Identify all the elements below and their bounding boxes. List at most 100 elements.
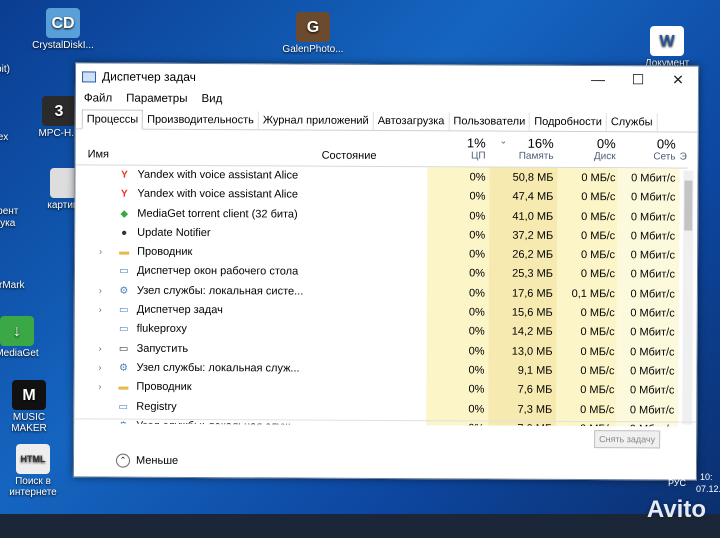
process-name: Yandex with voice assistant Alice <box>137 187 299 201</box>
process-icon: ▭ <box>119 266 129 278</box>
tab-services[interactable]: Службы <box>606 113 658 132</box>
language-indicator[interactable]: РУС <box>668 478 686 488</box>
column-status[interactable]: Состояние <box>322 150 377 162</box>
process-icon: ▭ <box>118 323 129 336</box>
desktop-icon-search-internet[interactable]: HTML Поиск в интернете <box>0 444 68 498</box>
process-memory: 50,8 МБ <box>512 171 554 184</box>
expand-chevron-icon[interactable]: › <box>99 247 102 257</box>
chevron-up-icon: ⌃ <box>115 453 131 468</box>
column-extra[interactable]: Э <box>680 152 687 163</box>
process-network: 0 Мбит/с <box>630 191 676 204</box>
process-icon: ◆ <box>120 208 129 220</box>
process-network: 0 Мбит/с <box>630 268 676 281</box>
tab-performance[interactable]: Производительность <box>143 110 259 130</box>
process-disk: 0 МБ/с <box>580 249 616 262</box>
menu-file[interactable]: Файл <box>84 92 112 104</box>
desktop-icon-crystaldisk[interactable]: CD CrystalDiskI... <box>28 8 98 51</box>
process-icon: ▭ <box>118 401 129 413</box>
column-name[interactable]: Имя <box>88 148 110 160</box>
tab-processes[interactable]: Процессы <box>81 109 144 130</box>
process-icon: ▬ <box>118 381 129 393</box>
process-icon: ⚙ <box>118 362 129 374</box>
taskbar <box>0 514 720 538</box>
desktop-edge-label: рука <box>0 218 16 229</box>
scrollbar-thumb[interactable] <box>684 180 693 231</box>
desktop-icon-mediaget[interactable]: ↓ MediaGet <box>0 316 52 359</box>
network-total: 0% <box>656 136 676 152</box>
process-disk: 0 МБ/с <box>580 345 615 358</box>
tab-users[interactable]: Пользователи <box>449 112 531 131</box>
process-icon: Y <box>121 188 128 200</box>
process-name: Registry <box>136 400 177 413</box>
column-header: Имя Состояние 1% ЦП 16% Память ⌄ 0% Диск… <box>75 131 688 169</box>
expand-chevron-icon[interactable]: › <box>99 305 102 315</box>
title-bar[interactable]: Диспетчер задач — ☐ ✕ <box>76 63 698 92</box>
desktop-edge-label: arMark <box>0 280 25 291</box>
process-memory: 25,3 МБ <box>512 268 554 281</box>
desktop-edge-label: bit) <box>0 64 10 75</box>
clock-time[interactable]: 10: <box>700 472 713 482</box>
column-cpu[interactable]: 1% ЦП <box>428 135 486 161</box>
process-disk: 0 МБ/с <box>580 364 615 378</box>
maximize-button[interactable]: ☐ <box>618 66 658 92</box>
column-network[interactable]: 0% Сеть <box>620 136 676 163</box>
process-network: 0 Мбит/с <box>629 384 675 397</box>
process-icon: ⚙ <box>119 285 129 297</box>
word-document-icon: W <box>650 26 684 56</box>
column-disk[interactable]: 0% Диск <box>560 136 616 162</box>
photo-icon: G <box>296 12 330 42</box>
expand-chevron-icon[interactable]: › <box>99 285 102 295</box>
process-name: MediaGet torrent client (32 бита) <box>137 207 298 221</box>
desktop-icon-label: GalenPhoto... <box>282 44 344 55</box>
process-cpu: 0% <box>469 248 486 261</box>
process-network: 0 Мбит/с <box>631 172 676 185</box>
process-disk: 0 МБ/с <box>580 326 615 339</box>
process-network: 0 Мбит/с <box>630 345 675 359</box>
desktop-edge-label: ерент <box>0 206 19 217</box>
process-network: 0 Мбит/с <box>630 288 675 301</box>
process-network: 0 Мбит/с <box>630 365 675 378</box>
menu-view[interactable]: Вид <box>201 93 222 105</box>
process-disk: 0 МБ/с <box>581 229 616 243</box>
music-maker-icon: M <box>12 380 46 410</box>
clock-date[interactable]: 07.12. <box>696 484 720 494</box>
process-memory: 7,3 МБ <box>517 403 553 416</box>
process-memory: 15,6 МБ <box>511 306 553 319</box>
disk-total: 0% <box>596 136 616 152</box>
process-cpu: 0% <box>468 306 485 319</box>
process-icon: Y <box>121 169 128 181</box>
task-manager-window: Диспетчер задач — ☐ ✕ Файл Параметры Вид… <box>72 62 700 481</box>
network-label: Сеть <box>653 151 676 163</box>
vertical-scrollbar[interactable] <box>682 170 694 425</box>
expand-chevron-icon[interactable]: › <box>98 362 101 372</box>
desktop-icon-music-maker[interactable]: M MUSIC MAKER <box>0 380 64 434</box>
process-icon: ● <box>121 227 128 239</box>
process-disk: 0 МБ/с <box>581 210 616 223</box>
process-network: 0 Мбит/с <box>630 307 675 320</box>
process-memory: 26,2 МБ <box>512 248 554 262</box>
fewer-details-button[interactable]: ⌃ Меньше <box>115 453 178 468</box>
process-memory: 41,0 МБ <box>512 210 554 223</box>
process-network: 0 Мбит/с <box>630 210 676 224</box>
tab-app-history[interactable]: Журнал приложений <box>258 111 374 130</box>
expand-chevron-icon[interactable]: › <box>99 343 102 353</box>
expand-chevron-icon[interactable]: › <box>98 382 101 392</box>
minimize-button[interactable]: — <box>578 66 618 92</box>
menu-options[interactable]: Параметры <box>126 93 187 105</box>
process-icon: ▭ <box>119 304 129 316</box>
media-player-icon: 3 <box>42 96 76 126</box>
process-disk: 0 МБ/с <box>580 403 615 416</box>
desktop-icon-document[interactable]: W Документ <box>632 26 702 69</box>
process-disk: 0 МБ/с <box>581 191 616 204</box>
tab-startup[interactable]: Автозагрузка <box>373 111 450 131</box>
process-cpu: 0% <box>468 383 485 396</box>
end-task-button[interactable]: Снять задачу <box>594 430 661 449</box>
tab-details[interactable]: Подробности <box>530 112 607 132</box>
process-cpu: 0% <box>469 190 486 203</box>
process-list: Y Yandex with voice assistant Alice 0% 50,8… <box>74 165 687 427</box>
close-button[interactable]: ✕ <box>658 66 698 92</box>
process-name: flukeproxy <box>136 323 187 336</box>
process-disk: 0 МБ/с <box>580 307 615 320</box>
process-icon: ▬ <box>119 246 130 258</box>
desktop-icon-galenphoto[interactable]: G GalenPhoto... <box>278 12 348 55</box>
